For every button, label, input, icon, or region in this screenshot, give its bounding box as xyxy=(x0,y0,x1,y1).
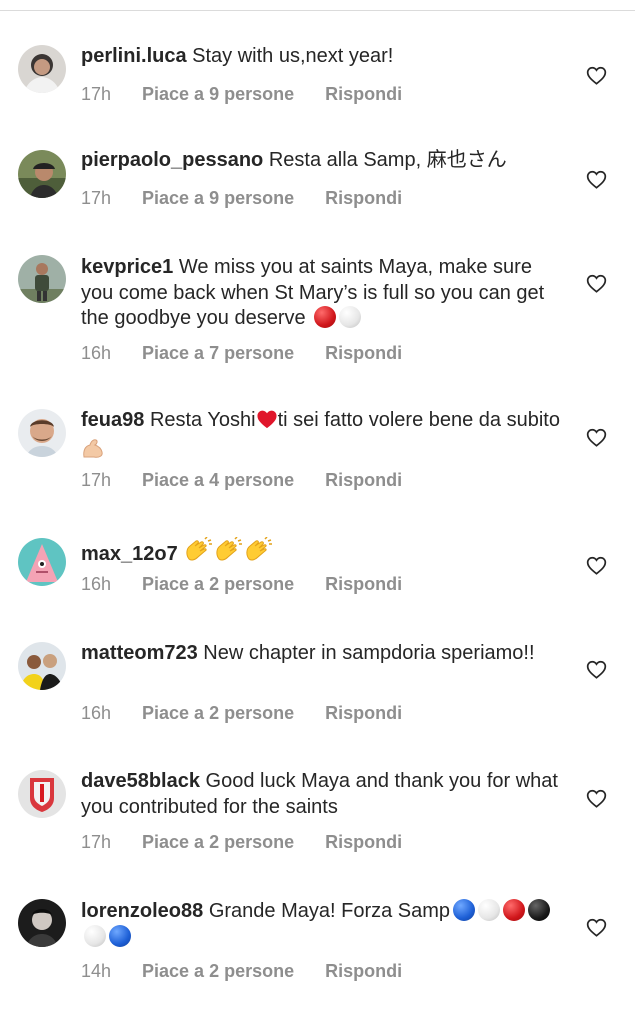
comment-likes[interactable]: Piace a 2 persone xyxy=(142,574,294,595)
comment-likes[interactable]: Piace a 2 persone xyxy=(142,961,294,982)
comment-body: perlini.luca Stay with us,next year! xyxy=(81,44,561,70)
comment-username[interactable]: max_12o7 xyxy=(81,543,178,565)
comment-time[interactable]: 14h xyxy=(81,961,137,982)
comment-time[interactable]: 17h xyxy=(81,832,137,853)
comment-username[interactable]: lorenzoleo88 xyxy=(81,900,203,922)
avatar[interactable] xyxy=(18,642,66,690)
comment-time[interactable]: 16h xyxy=(81,343,137,364)
heart-icon[interactable] xyxy=(586,170,607,189)
comment-meta: 17h Piace a 2 persone Rispondi xyxy=(81,832,402,853)
comment-time[interactable]: 17h xyxy=(81,470,137,491)
avatar[interactable] xyxy=(18,150,66,198)
reply-button[interactable]: Rispondi xyxy=(325,343,402,364)
red-circle-emoji xyxy=(503,899,526,921)
comment-meta: 16h Piace a 2 persone Rispondi xyxy=(81,574,402,595)
avatar[interactable] xyxy=(18,770,66,818)
comment-body: lorenzoleo88 Grande Maya! Forza Samp xyxy=(81,899,561,950)
flexed-biceps-emoji xyxy=(81,437,105,467)
blue-circle-emoji xyxy=(453,899,476,921)
comment-time[interactable]: 16h xyxy=(81,703,137,724)
comment-likes[interactable]: Piace a 7 persone xyxy=(142,343,294,364)
comment-meta: 17h Piace a 4 persone Rispondi xyxy=(81,470,402,491)
comment-likes[interactable]: Piace a 2 persone xyxy=(142,832,294,853)
heart-icon[interactable] xyxy=(586,274,607,293)
comment-text: Resta Yoshi xyxy=(149,409,256,431)
heart-icon[interactable] xyxy=(586,660,607,679)
reply-button[interactable]: Rispondi xyxy=(325,832,402,853)
white-circle-emoji xyxy=(478,899,501,921)
comment-text: Stay with us,next year! xyxy=(192,45,394,67)
heart-icon[interactable] xyxy=(586,428,607,447)
comment-body: max_12o7 xyxy=(81,536,561,571)
comment-body: dave58black Good luck Maya and thank you… xyxy=(81,769,561,820)
comment-text: New chapter in sampdoria speriamo!! xyxy=(203,642,535,664)
comment-time[interactable]: 16h xyxy=(81,574,137,595)
comment-time[interactable]: 17h xyxy=(81,188,137,209)
comment-username[interactable]: perlini.luca xyxy=(81,45,187,67)
comment-body: feua98 Resta Yoshi ti sei fatto volere be… xyxy=(81,408,561,466)
heart-icon[interactable] xyxy=(586,789,607,808)
comment-time[interactable]: 17h xyxy=(81,84,137,105)
heart-icon[interactable] xyxy=(586,66,607,85)
heart-icon[interactable] xyxy=(586,918,607,937)
comment-meta: 17h Piace a 9 persone Rispondi xyxy=(81,188,402,209)
avatar[interactable] xyxy=(18,409,66,457)
comment-text: ti sei fatto volere bene da subito xyxy=(277,409,560,431)
comment-username[interactable]: matteom723 xyxy=(81,642,198,664)
comment-username[interactable]: kevprice1 xyxy=(81,256,173,278)
comment-likes[interactable]: Piace a 4 persone xyxy=(142,470,294,491)
avatar[interactable] xyxy=(18,899,66,947)
black-circle-emoji xyxy=(528,899,551,921)
heart-icon[interactable] xyxy=(586,556,607,575)
reply-button[interactable]: Rispondi xyxy=(325,574,402,595)
comment-likes[interactable]: Piace a 2 persone xyxy=(142,703,294,724)
clapping-hands-emoji xyxy=(183,536,213,571)
reply-button[interactable]: Rispondi xyxy=(325,84,402,105)
comment-username[interactable]: pierpaolo_pessano xyxy=(81,149,263,171)
reply-button[interactable]: Rispondi xyxy=(325,703,402,724)
blue-circle-emoji xyxy=(109,924,131,947)
red-heart-emoji xyxy=(256,409,278,437)
top-divider xyxy=(0,10,635,11)
comment-meta: 16h Piace a 7 persone Rispondi xyxy=(81,343,402,364)
comment-username[interactable]: feua98 xyxy=(81,409,144,431)
reply-button[interactable]: Rispondi xyxy=(325,470,402,491)
clapping-hands-emoji xyxy=(213,536,243,571)
comment-body: pierpaolo_pessano Resta alla Samp, 麻也さん xyxy=(81,148,561,174)
comment-meta: 17h Piace a 9 persone Rispondi xyxy=(81,84,402,105)
white-circle-emoji xyxy=(339,306,362,328)
comment-body: matteom723 New chapter in sampdoria sper… xyxy=(81,641,561,667)
avatar[interactable] xyxy=(18,538,66,586)
comment-body: kevprice1 We miss you at saints Maya, ma… xyxy=(81,255,561,332)
red-circle-emoji xyxy=(314,306,337,328)
comment-likes[interactable]: Piace a 9 persone xyxy=(142,188,294,209)
avatar[interactable] xyxy=(18,255,66,303)
reply-button[interactable]: Rispondi xyxy=(325,961,402,982)
comment-text: Resta alla Samp, 麻也さん xyxy=(268,149,507,171)
comment-username[interactable]: dave58black xyxy=(81,770,200,792)
comment-text: Grande Maya! Forza Samp xyxy=(208,900,451,922)
comment-meta: 14h Piace a 2 persone Rispondi xyxy=(81,961,402,982)
comment-likes[interactable]: Piace a 9 persone xyxy=(142,84,294,105)
reply-button[interactable]: Rispondi xyxy=(325,188,402,209)
clapping-hands-emoji xyxy=(243,536,273,571)
white-circle-emoji xyxy=(84,924,106,947)
avatar[interactable] xyxy=(18,45,66,93)
comment-meta: 16h Piace a 2 persone Rispondi xyxy=(81,703,402,724)
